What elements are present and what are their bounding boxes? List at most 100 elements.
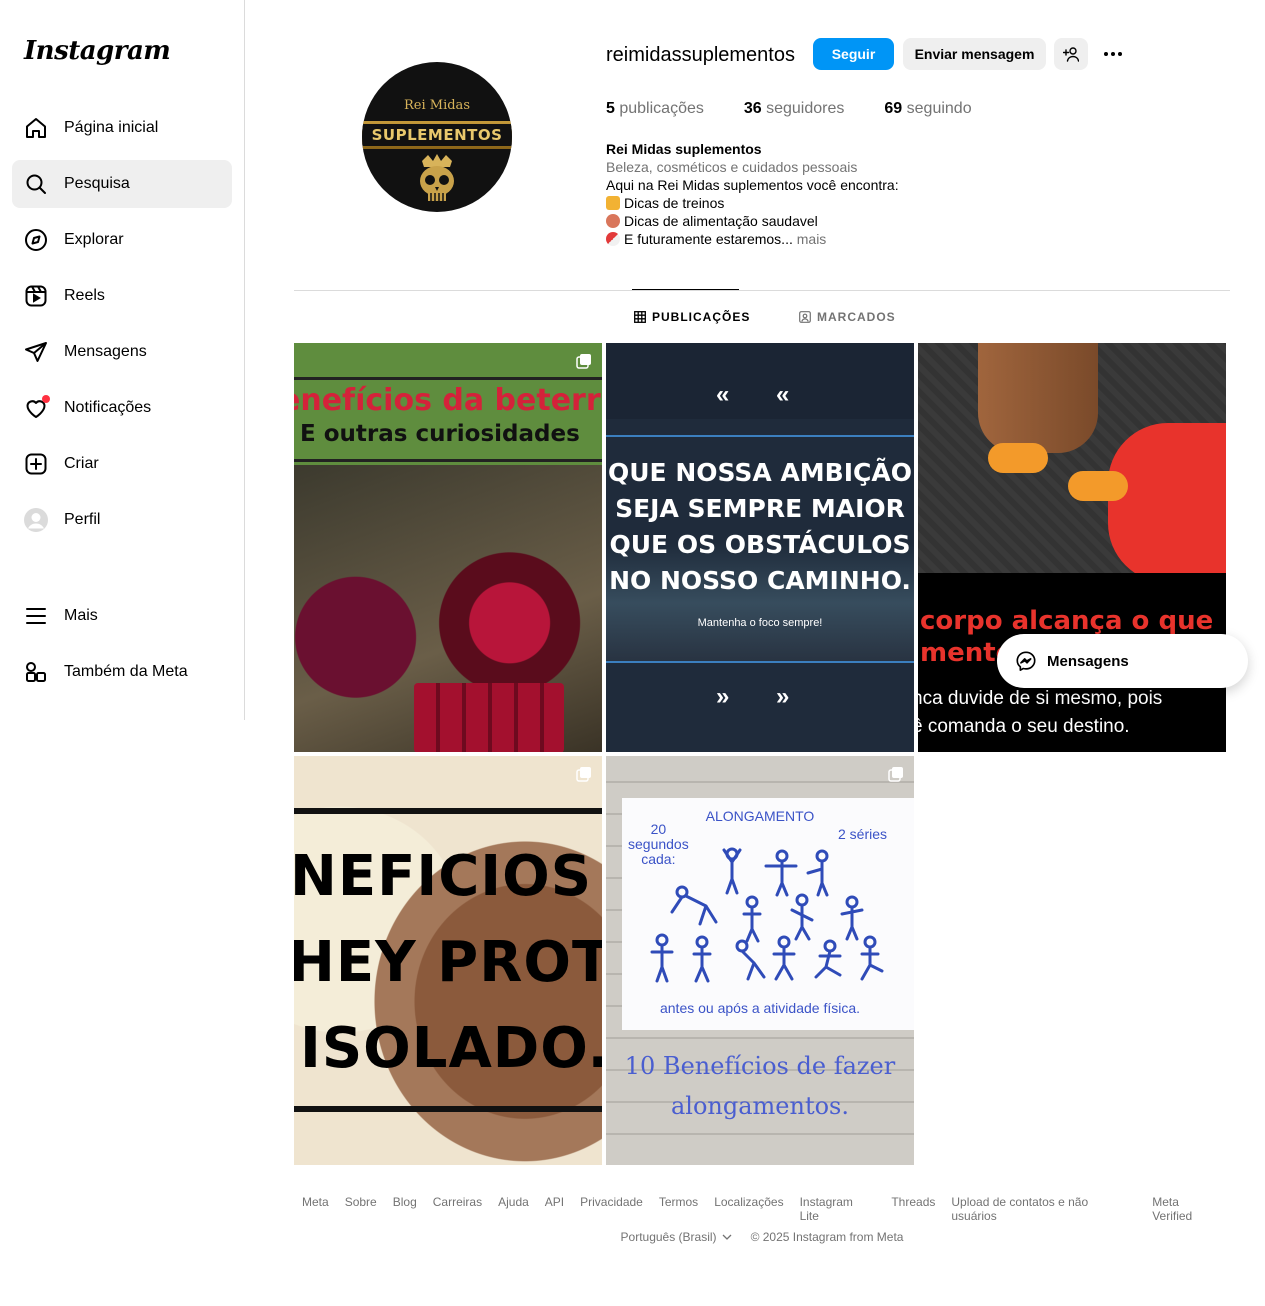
avatar-icon bbox=[24, 508, 48, 532]
post-whey-protein[interactable]: NEFICIOS D HEY PROTE ISOLADO. bbox=[294, 756, 602, 1165]
messenger-icon bbox=[1016, 651, 1036, 671]
followers-label: seguidores bbox=[766, 100, 845, 117]
footer-link-instagram-lite[interactable]: Instagram Lite bbox=[800, 1195, 876, 1223]
body-line: nca duvide de si mesmo, pois bbox=[918, 688, 1163, 709]
post-text-line: HEY PROTE bbox=[294, 930, 602, 995]
sidebar: Instagram Página inicial Pesquisa Explor… bbox=[0, 0, 245, 720]
footer-links: Meta Sobre Blog Carreiras Ajuda API Priv… bbox=[294, 1195, 1230, 1223]
home-icon bbox=[24, 116, 48, 140]
meta-apps-icon bbox=[24, 660, 48, 684]
athlete-legs bbox=[978, 343, 1098, 453]
post-subtext: Mantenha o foco sempre! bbox=[697, 617, 823, 629]
footer-bottom: Português (Brasil) © 2025 Instagram from… bbox=[294, 1230, 1230, 1244]
stretch-figures-illustration bbox=[650, 847, 884, 983]
nav-item-profile[interactable]: Perfil bbox=[12, 496, 232, 544]
nav-label: Também da Meta bbox=[64, 663, 188, 680]
profile-stats: 5 publicações 36 seguidores 69 seguindo bbox=[606, 100, 1012, 118]
nav-label: Notificações bbox=[64, 399, 152, 416]
sneaker bbox=[988, 443, 1048, 473]
posts-label: publicações bbox=[619, 100, 704, 117]
reels-icon bbox=[24, 284, 48, 308]
tab-tagged[interactable]: MARCADOS bbox=[799, 310, 896, 324]
post-band-top bbox=[606, 343, 914, 419]
accent-line bbox=[606, 661, 914, 663]
tabs-divider bbox=[294, 290, 1230, 291]
quote-line: SEJA SEMPRE MAIOR bbox=[615, 494, 905, 523]
beet-cubes bbox=[414, 683, 564, 752]
bio-line-future: E futuramente estaremos... mais bbox=[606, 230, 1026, 248]
profile-avatar[interactable]: Rei Midas SUPLEMENTOS bbox=[362, 62, 512, 212]
post-body: nca duvide de si mesmo, pois ê comanda o… bbox=[918, 685, 1162, 741]
footer-link-meta-verified[interactable]: Meta Verified bbox=[1152, 1195, 1222, 1223]
nav-item-also-from-meta[interactable]: Também da Meta bbox=[12, 648, 232, 696]
post-mind-body[interactable]: corpo alcança o que mente nca duvide de … bbox=[918, 343, 1226, 752]
carousel-icon bbox=[576, 354, 591, 369]
footer-link-meta[interactable]: Meta bbox=[302, 1195, 329, 1223]
send-message-button[interactable]: Enviar mensagem bbox=[903, 38, 1046, 70]
nav-item-notifications[interactable]: Notificações bbox=[12, 384, 232, 432]
bio-line-text: Dicas de treinos bbox=[624, 195, 725, 211]
nav-label: Perfil bbox=[64, 511, 101, 528]
following-count: 69 bbox=[884, 100, 903, 117]
chevron-left-icon: « bbox=[716, 381, 730, 408]
body-line: ê comanda o seu destino. bbox=[918, 716, 1130, 737]
footer-link-help[interactable]: Ajuda bbox=[498, 1195, 529, 1223]
suggested-users-button[interactable] bbox=[1054, 38, 1088, 70]
footer-link-blog[interactable]: Blog bbox=[393, 1195, 417, 1223]
nav-label: Pesquisa bbox=[64, 175, 130, 192]
footer-link-contact-upload[interactable]: Upload de contatos e não usuários bbox=[951, 1195, 1136, 1223]
avatar-band: SUPLEMENTOS bbox=[362, 121, 512, 149]
nav-item-home[interactable]: Página inicial bbox=[12, 104, 232, 152]
footer-link-locations[interactable]: Localizações bbox=[714, 1195, 783, 1223]
more-options-button[interactable] bbox=[1098, 38, 1128, 70]
divider-line bbox=[294, 459, 602, 462]
messages-pill-button[interactable]: Mensagens bbox=[997, 634, 1248, 688]
sneaker bbox=[1068, 471, 1128, 501]
plus-square-icon bbox=[24, 452, 48, 476]
nav-item-search[interactable]: Pesquisa bbox=[12, 160, 232, 208]
post-beet-benefits[interactable]: enefícios da beterr E outras curiosidade… bbox=[294, 343, 602, 752]
footer-link-api[interactable]: API bbox=[545, 1195, 564, 1223]
bio-more-link[interactable]: mais bbox=[797, 231, 827, 247]
nav-item-reels[interactable]: Reels bbox=[12, 272, 232, 320]
headline-line: corpo alcança o que bbox=[920, 606, 1214, 636]
compass-icon bbox=[24, 228, 48, 252]
nav-label: Mais bbox=[64, 607, 98, 624]
divider-line bbox=[294, 377, 602, 380]
bio-line-text: Dicas de alimentação saudavel bbox=[624, 213, 818, 229]
send-icon bbox=[24, 340, 48, 364]
ellipsis-icon bbox=[1104, 52, 1122, 56]
instagram-logo[interactable]: Instagram bbox=[24, 36, 171, 66]
divider-bar bbox=[294, 1106, 602, 1112]
footer-link-privacy[interactable]: Privacidade bbox=[580, 1195, 643, 1223]
nav-label: Mensagens bbox=[64, 343, 147, 360]
nav-item-create[interactable]: Criar bbox=[12, 440, 232, 488]
footer-link-terms[interactable]: Termos bbox=[659, 1195, 698, 1223]
carousel-icon bbox=[576, 767, 591, 782]
pill-icon bbox=[606, 232, 620, 246]
divider-bar bbox=[294, 808, 602, 814]
accent-line bbox=[606, 435, 914, 437]
followers-stat[interactable]: 36 seguidores bbox=[744, 100, 845, 118]
footer-link-threads[interactable]: Threads bbox=[891, 1195, 935, 1223]
follow-button[interactable]: Seguir bbox=[813, 38, 894, 70]
post-ambition-quote[interactable]: « « QUE NOSSA AMBIÇÃO SEJA SEMPRE MAIOR … bbox=[606, 343, 914, 752]
nav-label: Criar bbox=[64, 455, 99, 472]
nav-item-messages[interactable]: Mensagens bbox=[12, 328, 232, 376]
followers-count: 36 bbox=[743, 100, 762, 117]
nav-item-more[interactable]: Mais bbox=[12, 592, 232, 640]
nav-item-explore[interactable]: Explorar bbox=[12, 216, 232, 264]
profile-bio: Rei Midas suplementos Beleza, cosméticos… bbox=[606, 140, 1026, 248]
active-tab-indicator bbox=[632, 289, 739, 290]
footer-link-about[interactable]: Sobre bbox=[345, 1195, 377, 1223]
post-stretching[interactable]: ALONGAMENTO 20 segundos cada: 2 séries a… bbox=[606, 756, 914, 1165]
post-text-line: ISOLADO. bbox=[300, 1016, 602, 1081]
post-title: 10 Benefícios de fazer alongamentos. bbox=[606, 1046, 914, 1126]
tab-posts[interactable]: PUBLICAÇÕES bbox=[634, 310, 750, 324]
footer-link-careers[interactable]: Carreiras bbox=[433, 1195, 482, 1223]
quote-line: QUE OS OBSTÁCULOS bbox=[609, 530, 911, 559]
following-stat[interactable]: 69 seguindo bbox=[884, 100, 971, 118]
tagged-icon bbox=[799, 311, 811, 323]
profile-username: reimidassuplementos bbox=[606, 44, 795, 66]
language-selector[interactable]: Português (Brasil) bbox=[621, 1230, 733, 1244]
